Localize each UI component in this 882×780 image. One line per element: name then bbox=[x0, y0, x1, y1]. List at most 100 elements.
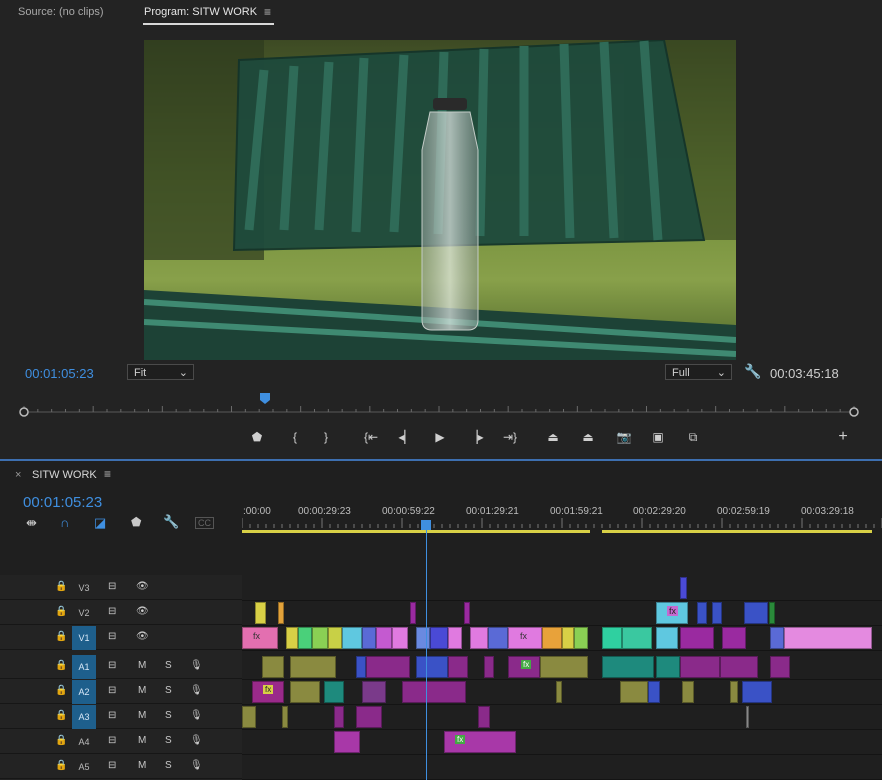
step-back-button[interactable]: ◂▏ bbox=[396, 428, 416, 446]
add-marker-icon[interactable]: ⬟ bbox=[131, 515, 141, 529]
sync-lock-icon[interactable]: ⊟ bbox=[108, 581, 116, 592]
audio-clip[interactable] bbox=[362, 681, 386, 703]
video-clip[interactable] bbox=[656, 627, 678, 649]
audio-clip[interactable] bbox=[620, 681, 648, 703]
multicam-button[interactable]: ⧉ bbox=[683, 428, 703, 446]
audio-clip[interactable] bbox=[356, 706, 382, 728]
eye-icon[interactable]: 👁 bbox=[136, 631, 149, 642]
track-name-v3[interactable]: V3 bbox=[72, 576, 96, 600]
eye-icon[interactable]: 👁 bbox=[136, 606, 149, 617]
go-to-in-button[interactable]: {⇤ bbox=[361, 428, 381, 446]
linked-selection-icon[interactable]: ◪ bbox=[94, 515, 106, 531]
mute-button[interactable]: M bbox=[138, 710, 146, 721]
audio-clip[interactable] bbox=[356, 656, 366, 678]
audio-clip[interactable] bbox=[648, 681, 660, 703]
video-clip[interactable] bbox=[769, 602, 775, 624]
video-clip[interactable] bbox=[286, 627, 298, 649]
audio-clip[interactable]: fx bbox=[252, 681, 284, 703]
audio-clip[interactable] bbox=[682, 681, 694, 703]
microphone-icon[interactable]: 🎙 bbox=[190, 660, 203, 671]
video-clip[interactable] bbox=[542, 627, 562, 649]
mark-out-button[interactable]: } bbox=[316, 428, 336, 446]
audio-clip[interactable] bbox=[290, 681, 320, 703]
lock-icon[interactable]: 🔒 bbox=[55, 760, 67, 771]
audio-clip[interactable] bbox=[742, 681, 772, 703]
video-clip[interactable] bbox=[622, 627, 652, 649]
audio-clip[interactable] bbox=[324, 681, 344, 703]
lane-v1[interactable]: fx fx bbox=[242, 626, 882, 651]
video-clip[interactable] bbox=[362, 627, 376, 649]
audio-clip[interactable] bbox=[334, 706, 344, 728]
video-clip[interactable] bbox=[770, 627, 784, 649]
audio-clip[interactable] bbox=[720, 656, 758, 678]
track-name-v2[interactable]: V2 bbox=[72, 601, 96, 625]
video-clip[interactable] bbox=[697, 602, 707, 624]
audio-clip[interactable]: fx bbox=[508, 656, 540, 678]
video-clip[interactable] bbox=[278, 602, 284, 624]
audio-clip[interactable] bbox=[262, 656, 284, 678]
audio-clip[interactable] bbox=[402, 681, 466, 703]
video-clip[interactable] bbox=[410, 602, 416, 624]
audio-clip[interactable] bbox=[730, 681, 738, 703]
wrench-icon[interactable]: 🔧 bbox=[744, 363, 761, 380]
video-clip[interactable] bbox=[376, 627, 392, 649]
video-clip[interactable] bbox=[255, 602, 266, 624]
step-forward-button[interactable]: ▕▸ bbox=[466, 428, 486, 446]
video-clip[interactable] bbox=[448, 627, 462, 649]
video-clip[interactable] bbox=[680, 577, 687, 599]
monitor-time-ruler[interactable] bbox=[18, 406, 860, 417]
video-clip[interactable] bbox=[464, 602, 470, 624]
compare-view-button[interactable]: ▣ bbox=[648, 428, 668, 446]
video-clip[interactable]: fx bbox=[656, 602, 688, 624]
video-clip[interactable] bbox=[298, 627, 312, 649]
audio-clip[interactable] bbox=[448, 656, 468, 678]
solo-button[interactable]: S bbox=[165, 735, 172, 746]
video-clip[interactable] bbox=[416, 627, 430, 649]
lock-icon[interactable]: 🔒 bbox=[55, 606, 67, 617]
audio-clip[interactable] bbox=[242, 706, 256, 728]
mute-button[interactable]: M bbox=[138, 685, 146, 696]
audio-clip[interactable] bbox=[746, 706, 749, 728]
mute-button[interactable]: M bbox=[138, 735, 146, 746]
track-name-a3[interactable]: A3 bbox=[72, 705, 96, 729]
video-clip[interactable] bbox=[392, 627, 408, 649]
video-clip[interactable] bbox=[562, 627, 574, 649]
lane-a5[interactable] bbox=[242, 755, 882, 780]
mute-button[interactable]: M bbox=[138, 760, 146, 771]
video-clip[interactable]: fx bbox=[508, 627, 542, 649]
solo-button[interactable]: S bbox=[165, 685, 172, 696]
panel-menu-icon[interactable]: ≡ bbox=[104, 467, 111, 481]
wrench-icon[interactable]: 🔧 bbox=[163, 514, 179, 530]
close-icon[interactable]: × bbox=[15, 469, 21, 481]
sync-lock-icon[interactable]: ⊟ bbox=[108, 735, 116, 746]
timeline-timecode[interactable]: 00:01:05:23 bbox=[23, 494, 102, 511]
track-name-a2[interactable]: A2 bbox=[72, 680, 96, 704]
solo-button[interactable]: S bbox=[165, 710, 172, 721]
lane-v2[interactable]: fx bbox=[242, 601, 882, 626]
solo-button[interactable]: S bbox=[165, 760, 172, 771]
go-to-out-button[interactable]: ⇥} bbox=[500, 428, 520, 446]
playback-resolution-select[interactable]: Full ⌄ bbox=[665, 364, 732, 380]
audio-clip[interactable] bbox=[484, 656, 494, 678]
video-clip[interactable] bbox=[722, 627, 746, 649]
audio-clip[interactable] bbox=[416, 656, 448, 678]
video-clip[interactable] bbox=[488, 627, 508, 649]
video-clip[interactable] bbox=[342, 627, 362, 649]
lock-icon[interactable]: 🔒 bbox=[55, 685, 67, 696]
playhead-timecode[interactable]: 00:01:05:23 bbox=[25, 366, 94, 381]
video-clip[interactable] bbox=[470, 627, 488, 649]
audio-clip[interactable] bbox=[366, 656, 410, 678]
timeline-playhead[interactable] bbox=[421, 520, 431, 530]
audio-clip[interactable] bbox=[556, 681, 562, 703]
panel-menu-icon[interactable]: ≡ bbox=[264, 5, 271, 19]
video-clip[interactable] bbox=[712, 602, 722, 624]
audio-clip[interactable] bbox=[770, 656, 790, 678]
lane-v3[interactable] bbox=[242, 576, 882, 601]
lift-button[interactable]: ⏏ bbox=[543, 428, 563, 446]
lane-a2[interactable]: fx bbox=[242, 680, 882, 705]
eye-icon[interactable]: 👁 bbox=[136, 581, 149, 592]
tab-source[interactable]: Source: (no clips) bbox=[18, 6, 104, 18]
audio-clip[interactable] bbox=[680, 656, 720, 678]
lock-icon[interactable]: 🔒 bbox=[55, 581, 67, 592]
audio-clip[interactable] bbox=[290, 656, 336, 678]
